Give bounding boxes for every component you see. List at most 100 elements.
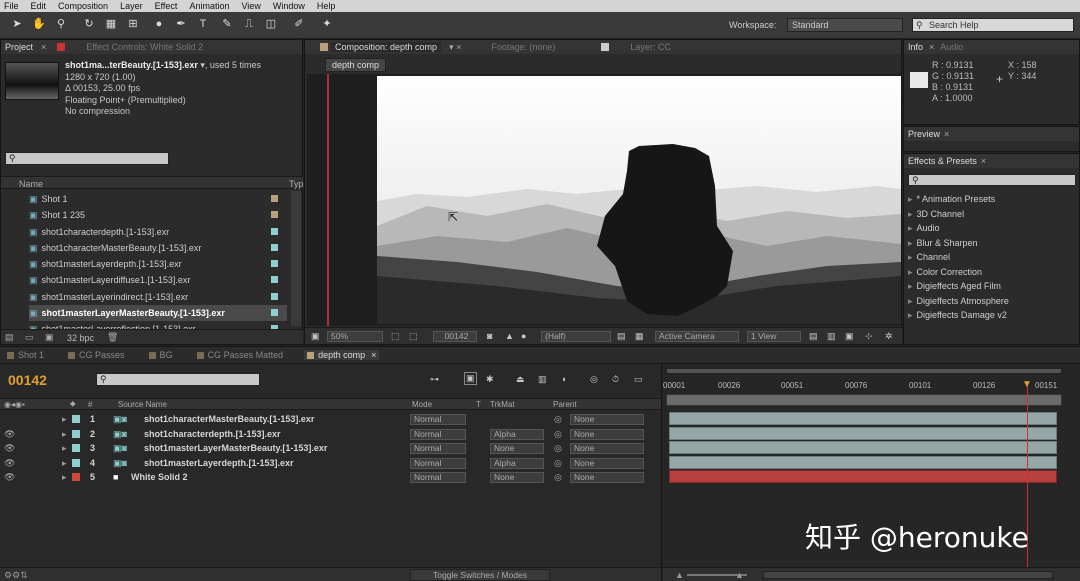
layer-duration-bar[interactable] bbox=[669, 441, 1057, 455]
layer-parent-dropdown[interactable]: None bbox=[570, 414, 644, 425]
effects-category[interactable]: ▸ Digieffects Damage v2 bbox=[908, 308, 1068, 323]
layer-duration-bar[interactable] bbox=[669, 412, 1057, 425]
always-preview-icon[interactable]: ▣ bbox=[311, 331, 320, 342]
expand-triangle-icon[interactable]: ▸ bbox=[62, 441, 67, 455]
menu-layer[interactable]: Layer bbox=[120, 1, 143, 11]
rotate-tool-icon[interactable]: ↻ bbox=[82, 17, 96, 31]
project-item[interactable]: ▣ Shot 1 bbox=[29, 191, 287, 207]
menu-window[interactable]: Window bbox=[273, 1, 305, 11]
tab-project[interactable]: Project bbox=[5, 42, 33, 52]
live-update-icon[interactable]: ▣ bbox=[464, 372, 477, 385]
snapshot-icon[interactable]: ◙ bbox=[487, 331, 492, 341]
disclosure-triangle-icon[interactable]: ▸ bbox=[908, 296, 913, 306]
effects-category[interactable]: ▸ Blur & Sharpen bbox=[908, 236, 1068, 251]
region-of-interest-icon[interactable]: ⬚ bbox=[391, 331, 400, 342]
puppet-tool-icon[interactable]: ✦ bbox=[320, 17, 334, 31]
column-t[interactable]: T bbox=[476, 400, 481, 409]
close-icon[interactable]: × bbox=[371, 350, 376, 360]
new-comp-icon[interactable]: ▣ bbox=[45, 332, 54, 343]
expand-triangle-icon[interactable]: ▸ bbox=[62, 470, 67, 484]
layer-duration-bar[interactable] bbox=[669, 470, 1057, 484]
fast-previews-icon[interactable]: ▤ bbox=[617, 331, 626, 342]
zoom-tool-icon[interactable]: ⚲ bbox=[54, 17, 68, 31]
new-folder-icon[interactable]: ▭ bbox=[25, 332, 34, 343]
effects-category[interactable]: ▸ Color Correction bbox=[908, 265, 1068, 280]
project-scrollbar[interactable] bbox=[291, 191, 301, 326]
project-item[interactable]: ▣ shot1characterMasterBeauty.[1-153].exr bbox=[29, 240, 287, 256]
pickwhip-icon[interactable]: ◎ bbox=[554, 456, 562, 470]
layer-parent-dropdown[interactable]: None bbox=[570, 457, 644, 469]
effects-category[interactable]: ▸ Audio bbox=[908, 221, 1068, 236]
menu-effect[interactable]: Effect bbox=[155, 1, 178, 11]
disclosure-triangle-icon[interactable]: ▸ bbox=[908, 310, 913, 320]
project-item[interactable]: ▣ shot1characterdepth.[1-153].exr bbox=[29, 224, 287, 240]
disclosure-triangle-icon[interactable]: ▸ bbox=[908, 267, 913, 277]
project-search-input[interactable]: ⚲ bbox=[5, 152, 169, 165]
column-mode[interactable]: Mode bbox=[412, 400, 432, 409]
camera-tool-icon[interactable]: ▦ bbox=[104, 17, 118, 31]
timeline-tab[interactable]: CG Passes Matted bbox=[194, 350, 287, 360]
current-time-marker-icon[interactable]: ▼ bbox=[1022, 379, 1032, 390]
eye-icon[interactable]: 👁 bbox=[4, 427, 15, 441]
comp-breadcrumb[interactable]: depth comp bbox=[325, 58, 387, 72]
reset-exposure-icon[interactable]: ✲ bbox=[885, 331, 893, 342]
disclosure-triangle-icon[interactable]: ▸ bbox=[908, 281, 913, 291]
pickwhip-icon[interactable]: ◎ bbox=[554, 427, 562, 441]
brush-tool-icon[interactable]: ✎ bbox=[220, 17, 234, 31]
pickwhip-icon[interactable]: ◎ bbox=[554, 441, 562, 455]
layer-duration-bar[interactable] bbox=[669, 426, 1057, 440]
expand-panes-icon[interactable]: ⚙⚙⇅ bbox=[4, 570, 28, 581]
zoom-out-icon[interactable]: ▲ bbox=[675, 570, 684, 580]
type-tool-icon[interactable]: T bbox=[196, 17, 210, 31]
layer-parent-dropdown[interactable]: None bbox=[570, 428, 644, 440]
grid-toggle-icon[interactable]: ▦ bbox=[635, 331, 644, 342]
effects-category[interactable]: ▸ * Animation Presets bbox=[908, 192, 1068, 207]
menu-animation[interactable]: Animation bbox=[189, 1, 229, 11]
camera-dropdown[interactable]: Active Camera bbox=[655, 331, 739, 342]
effects-category[interactable]: ▸ 3D Channel bbox=[908, 207, 1068, 222]
transparency-grid-icon[interactable]: ⬚ bbox=[409, 331, 418, 342]
clone-tool-icon[interactable]: ⎍ bbox=[242, 17, 256, 31]
comp-mini-flowchart-icon[interactable]: ⊶ bbox=[430, 374, 439, 385]
layer-trkmat-dropdown[interactable]: Alpha bbox=[490, 457, 544, 469]
timeline-scrollbar[interactable] bbox=[763, 571, 1053, 579]
hand-tool-icon[interactable]: ✋ bbox=[32, 17, 46, 31]
layer-trkmat-dropdown[interactable]: None bbox=[490, 443, 544, 455]
project-item[interactable]: ▣ shot1masterLayerdiffuse1.[1-153].exr bbox=[29, 272, 287, 288]
project-item[interactable]: ▣ shot1masterLayerdepth.[1-153].exr bbox=[29, 256, 287, 272]
resolution-dropdown[interactable]: (Half) bbox=[541, 331, 611, 342]
draft-3d-icon[interactable]: ✱ bbox=[486, 374, 494, 385]
shy-layers-icon[interactable]: ⏏ bbox=[516, 374, 525, 385]
eraser-tool-icon[interactable]: ◫ bbox=[264, 17, 278, 31]
effects-category[interactable]: ▸ Channel bbox=[908, 250, 1068, 265]
timeline-tab[interactable]: BG bbox=[146, 350, 176, 360]
layer-parent-dropdown[interactable]: None bbox=[570, 443, 644, 455]
viewer-timecode[interactable]: 00142 bbox=[433, 331, 477, 342]
layer-trkmat-dropdown[interactable]: Alpha bbox=[490, 428, 544, 440]
eye-icon[interactable]: 👁 bbox=[4, 456, 15, 470]
tab-layer[interactable]: Layer: CC bbox=[630, 42, 671, 52]
layer-duration-bar[interactable] bbox=[669, 455, 1057, 469]
menu-composition[interactable]: Composition bbox=[58, 1, 108, 11]
menu-file[interactable]: File bbox=[4, 1, 19, 11]
disclosure-triangle-icon[interactable]: ▸ bbox=[908, 252, 913, 262]
pickwhip-icon[interactable]: ◎ bbox=[554, 412, 562, 426]
render-icon[interactable]: ▭ bbox=[634, 374, 643, 385]
timeline-tab[interactable]: CG Passes bbox=[65, 350, 128, 360]
tab-effects-presets[interactable]: Effects & Presets bbox=[908, 156, 977, 166]
layer-mode-dropdown[interactable]: Normal bbox=[410, 428, 466, 440]
layer-row[interactable]: 👁 ▸ 5 ■ White Solid 2 Normal None ◎ None bbox=[0, 470, 661, 485]
tab-composition[interactable]: Composition: depth comp bbox=[331, 42, 442, 52]
effects-category[interactable]: ▸ Digieffects Atmosphere bbox=[908, 294, 1068, 309]
roto-brush-icon[interactable]: ✐ bbox=[292, 17, 306, 31]
pan-behind-tool-icon[interactable]: ⊞ bbox=[126, 17, 140, 31]
layer-mode-dropdown[interactable]: Normal bbox=[410, 443, 466, 455]
interpret-footage-icon[interactable]: ▤ bbox=[5, 332, 14, 343]
motion-blur-icon[interactable]: ◐ bbox=[562, 374, 567, 384]
exposure-icon[interactable]: ▣ bbox=[845, 331, 854, 342]
column-type[interactable]: Typ bbox=[289, 179, 304, 189]
layer-row[interactable]: 👁 ▸ 3 ▣◙ shot1masterLayerMasterBeauty.[1-153… bbox=[0, 441, 661, 456]
pen-tool-icon[interactable]: ✒ bbox=[174, 17, 188, 31]
timeline-toggle-icon[interactable]: ▤ bbox=[809, 331, 818, 342]
tab-audio[interactable]: Audio bbox=[940, 42, 963, 52]
